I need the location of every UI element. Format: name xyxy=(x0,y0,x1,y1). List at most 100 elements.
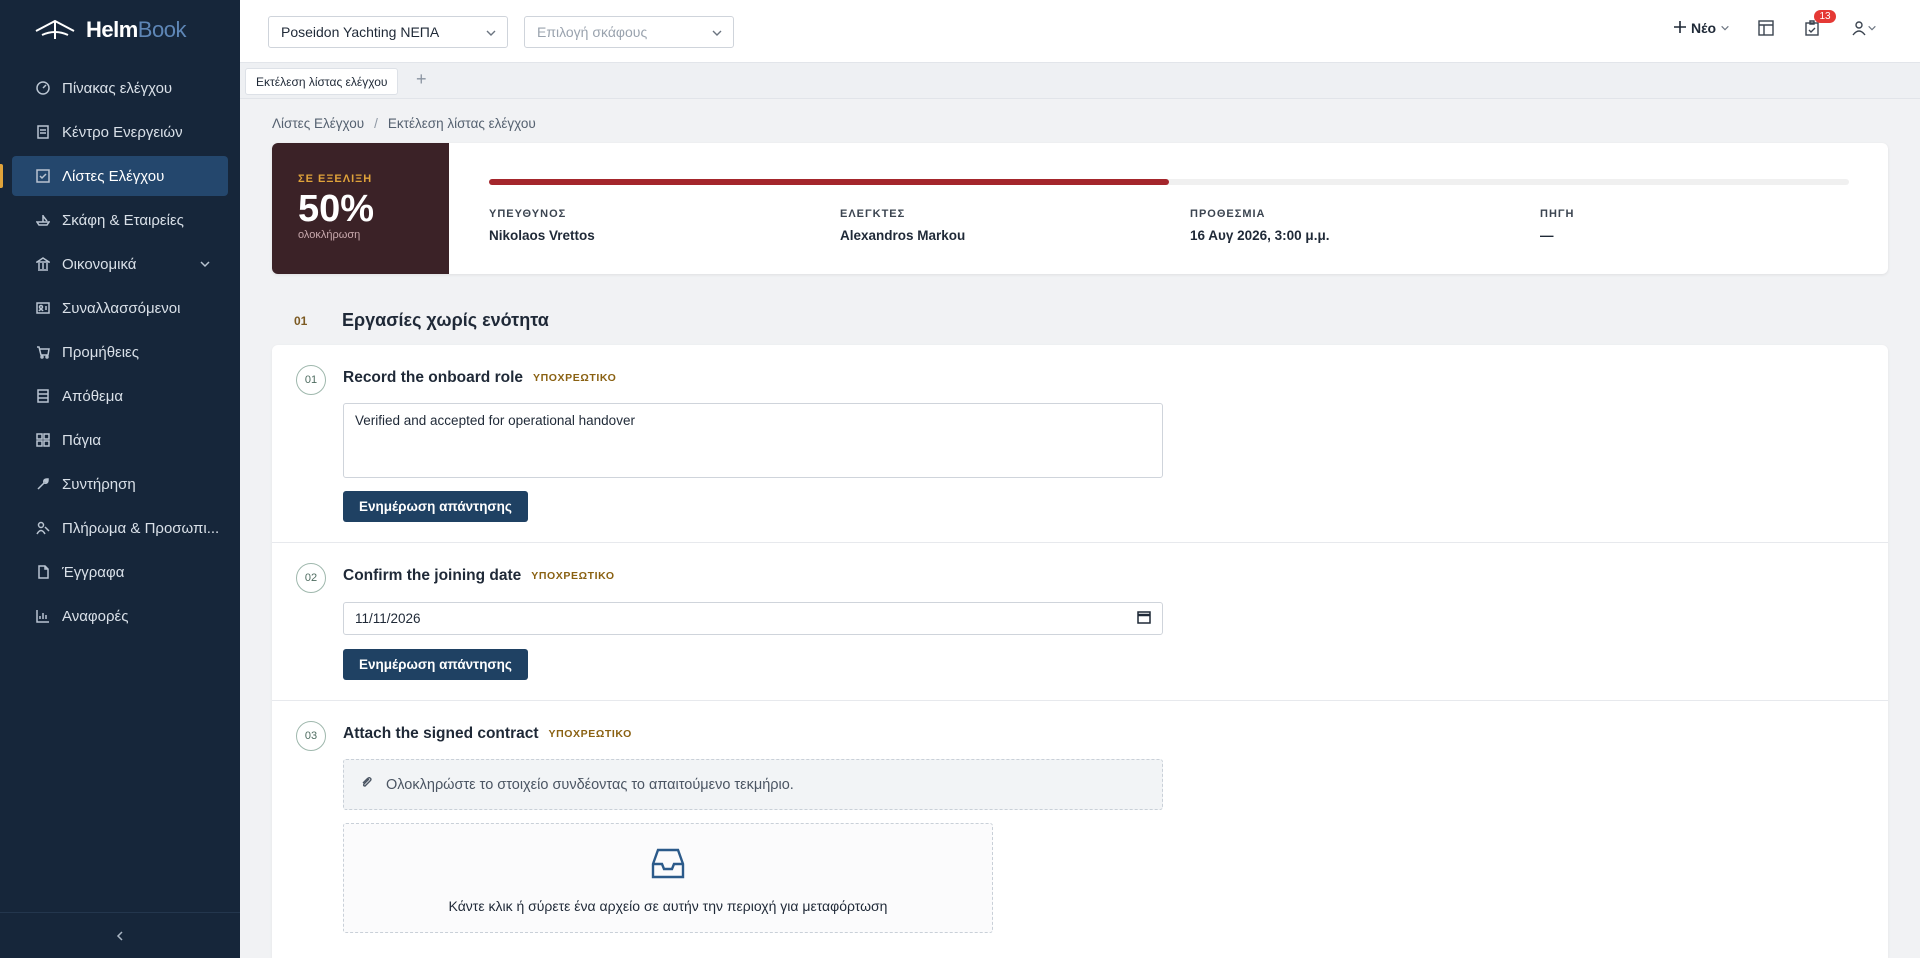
required-badge: ΥΠΟΧΡΕΩΤΙΚΟ xyxy=(533,372,617,384)
layout-button[interactable] xyxy=(1756,18,1776,38)
vessel-select-placeholder: Επιλογή σκάφους xyxy=(537,24,648,40)
plus-icon xyxy=(1673,20,1687,37)
date-input[interactable]: 11/11/2026 xyxy=(343,602,1163,635)
progress-card: ΣΕ ΕΞΕΛΙΞΗ 50% ολοκλήρωση ΥΠΕΥΘΥΝΟΣ Niko… xyxy=(272,143,1888,274)
add-tab-button[interactable]: + xyxy=(416,69,427,90)
check-square-icon xyxy=(36,169,50,183)
sidebar-item-label: Σκάφη & Εταιρείες xyxy=(62,211,184,229)
sidebar-item-assets[interactable]: Πάγια xyxy=(12,420,228,460)
inventory-icon xyxy=(36,389,50,403)
inspectors-label: ΕΛΕΓΚΤΕΣ xyxy=(840,208,906,220)
section-number: 01 xyxy=(294,313,308,328)
answer-textarea[interactable]: Verified and accepted for operational ha… xyxy=(343,403,1163,478)
task-title: Record the onboard role xyxy=(343,369,523,386)
tasks-card: 01 Record the onboard role ΥΠΟΧΡΕΩΤΙΚΟ V… xyxy=(272,345,1888,958)
file-dropzone[interactable]: Κάντε κλικ ή σύρετε ένα αρχείο σε αυτήν … xyxy=(343,823,993,933)
checklist-icon xyxy=(36,125,50,139)
user-menu-button[interactable] xyxy=(1848,18,1880,38)
helm-logo-icon xyxy=(35,19,75,39)
task-item: 02 Confirm the joining date ΥΠΟΧΡΕΩΤΙΚΟ … xyxy=(272,543,1888,701)
section-header: 01 Εργασίες χωρίς ενότητα xyxy=(294,310,549,331)
app-logo[interactable]: HelmBook xyxy=(0,0,240,60)
inspectors-value: Alexandros Markou xyxy=(840,228,966,243)
sidebar-item-vessels-companies[interactable]: Σκάφη & Εταιρείες xyxy=(12,200,228,240)
tab-bar: Εκτέλεση λίστας ελέγχου + xyxy=(240,63,1920,99)
breadcrumb: Λίστες Ελέγχου / Εκτέλεση λίστας ελέγχου xyxy=(272,116,536,131)
completion-percent: 50% xyxy=(298,188,375,230)
notification-badge: 13 xyxy=(1814,10,1836,23)
chevron-down-icon xyxy=(1868,25,1876,31)
logo-main: Helm xyxy=(86,17,138,42)
task-item: 01 Record the onboard role ΥΠΟΧΡΕΩΤΙΚΟ V… xyxy=(272,345,1888,543)
company-select-value: Poseidon Yachting ΝΕΠΑ xyxy=(281,24,440,40)
top-actions: Νέο 13 xyxy=(1673,10,1880,38)
sidebar-item-label: Λίστες Ελέγχου xyxy=(62,167,165,185)
owner-label: ΥΠΕΥΘΥΝΟΣ xyxy=(489,208,567,220)
sidebar-item-label: Αναφορές xyxy=(62,607,129,625)
breadcrumb-current: Εκτέλεση λίστας ελέγχου xyxy=(387,116,536,131)
company-select[interactable]: Poseidon Yachting ΝΕΠΑ xyxy=(268,16,508,48)
dropzone-text: Κάντε κλικ ή σύρετε ένα αρχείο σε αυτήν … xyxy=(448,898,888,914)
notifications-button[interactable]: 13 xyxy=(1802,10,1836,38)
chevron-left-icon xyxy=(116,930,123,941)
sidebar-item-finance[interactable]: Οικονομικά xyxy=(12,244,228,284)
sidebar-item-crew[interactable]: Πλήρωμα & Προσωπι... xyxy=(12,508,228,548)
sidebar-item-checklists[interactable]: Λίστες Ελέγχου xyxy=(0,156,228,196)
attachment-notice: Ολοκληρώστε το στοιχείο συνδέοντας το απ… xyxy=(343,759,1163,810)
paperclip-icon xyxy=(360,776,374,794)
inspectors-field: ΕΛΕΓΚΤΕΣ Alexandros Markou xyxy=(840,208,965,243)
sidebar-item-label: Πλήρωμα & Προσωπι... xyxy=(62,519,220,537)
sidebar-item-label: Πάγια xyxy=(62,431,102,449)
top-bar: Poseidon Yachting ΝΕΠΑ Επιλογή σκάφους Ν… xyxy=(240,0,1920,63)
sidebar-item-label: Οικονομικά xyxy=(62,255,137,273)
date-value: 11/11/2026 xyxy=(355,611,421,626)
chevron-down-icon xyxy=(711,26,723,42)
section-title: Εργασίες χωρίς ενότητα xyxy=(342,310,549,330)
completion-label: ολοκλήρωση xyxy=(298,229,361,241)
tab-checklist-execution[interactable]: Εκτέλεση λίστας ελέγχου xyxy=(245,68,399,95)
sidebar-item-label: Πίνακας ελέγχου xyxy=(62,79,173,97)
source-value: — xyxy=(1540,228,1554,243)
sidebar-item-documents[interactable]: Έγγραφα xyxy=(12,552,228,592)
attachment-notice-text: Ολοκληρώστε το στοιχείο συνδέοντας το απ… xyxy=(386,776,794,793)
vessel-select[interactable]: Επιλογή σκάφους xyxy=(524,16,734,48)
sidebar-nav: Πίνακας ελέγχου Κέντρο Ενεργειών Λίστες … xyxy=(0,68,240,636)
layout-icon xyxy=(1758,20,1774,36)
sidebar-item-dashboard[interactable]: Πίνακας ελέγχου xyxy=(12,68,228,108)
sidebar-item-label: Συναλλασσόμενοι xyxy=(62,299,181,317)
sidebar-item-counterparties[interactable]: Συναλλασσόμενοι xyxy=(12,288,228,328)
sidebar-collapse-button[interactable] xyxy=(0,912,240,958)
sidebar-item-maintenance[interactable]: Συντήρηση xyxy=(12,464,228,504)
update-answer-button[interactable]: Ενημέρωση απάντησης xyxy=(343,649,528,680)
breadcrumb-separator: / xyxy=(374,116,378,131)
task-number: 02 xyxy=(296,563,326,593)
chevron-down-icon xyxy=(198,257,212,275)
inbox-icon xyxy=(651,848,685,879)
grid-icon xyxy=(36,433,50,447)
status-label: ΣΕ ΕΞΕΛΙΞΗ xyxy=(298,173,373,185)
sidebar-item-action-center[interactable]: Κέντρο Ενεργειών xyxy=(12,112,228,152)
task-number: 01 xyxy=(296,365,326,395)
calendar-icon[interactable] xyxy=(1137,610,1151,627)
progress-bar xyxy=(489,179,1849,185)
task-title-row: Confirm the joining date ΥΠΟΧΡΕΩΤΙΚΟ xyxy=(343,567,615,585)
task-title: Confirm the joining date xyxy=(343,567,522,584)
bank-icon xyxy=(36,257,50,271)
ship-icon xyxy=(36,213,50,227)
sidebar-item-inventory[interactable]: Απόθεμα xyxy=(12,376,228,416)
sidebar-item-label: Κέντρο Ενεργειών xyxy=(62,123,183,141)
source-field: ΠΗΓΗ — xyxy=(1540,208,1574,243)
breadcrumb-parent[interactable]: Λίστες Ελέγχου xyxy=(272,116,364,131)
cart-icon xyxy=(36,345,50,359)
wrench-icon xyxy=(36,477,50,491)
deadline-value: 16 Αυγ 2026, 3:00 μ.μ. xyxy=(1190,228,1330,243)
gauge-icon xyxy=(36,81,50,95)
chevron-down-icon xyxy=(1720,20,1730,36)
update-answer-button[interactable]: Ενημέρωση απάντησης xyxy=(343,491,528,522)
sidebar-item-reports[interactable]: Αναφορές xyxy=(12,596,228,636)
sidebar-item-procurement[interactable]: Προμήθειες xyxy=(12,332,228,372)
deadline-field: ΠΡΟΘΕΣΜΙΑ 16 Αυγ 2026, 3:00 μ.μ. xyxy=(1190,208,1329,243)
sidebar-item-label: Έγγραφα xyxy=(62,563,125,581)
new-button[interactable]: Νέο xyxy=(1673,20,1730,37)
deadline-label: ΠΡΟΘΕΣΜΙΑ xyxy=(1190,208,1266,220)
